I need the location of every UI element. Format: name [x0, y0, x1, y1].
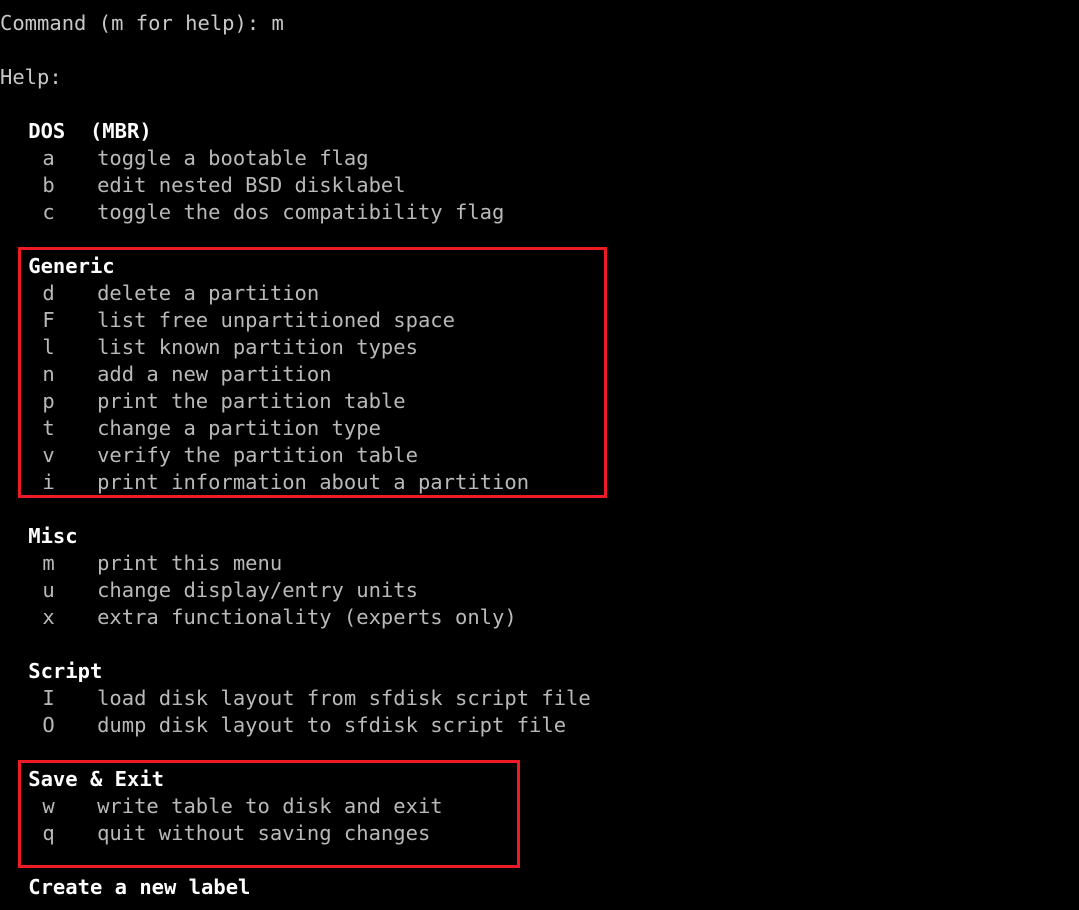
menu-item-b[interactable]: b edit nested BSD disklabel [0, 172, 406, 199]
menu-item-description: toggle the dos compatibility flag [97, 200, 505, 224]
menu-item-description: extra functionality (experts only) [97, 605, 517, 629]
menu-item-F[interactable]: Flist free unpartitioned space [0, 307, 455, 334]
menu-item-description: change display/entry units [97, 578, 418, 602]
menu-item-description: print this menu [97, 551, 283, 575]
section-header: Generic [28, 254, 115, 278]
menu-item-description: add a new partition [97, 362, 332, 386]
menu-item-key: q [42, 821, 55, 845]
menu-item-key: v [42, 443, 55, 467]
menu-item-description: quit without saving changes [97, 821, 431, 845]
menu-item-u[interactable]: u change display/entry units [0, 577, 418, 604]
section-header: Script [28, 659, 103, 683]
menu-item-key: w [42, 794, 55, 818]
menu-item-key: a [42, 146, 55, 170]
menu-item-key: n [42, 362, 55, 386]
menu-item-v[interactable]: v verify the partition table [0, 442, 418, 469]
menu-item-m[interactable]: m print this menu [0, 550, 282, 577]
menu-item-n[interactable]: n add a new partition [0, 361, 332, 388]
menu-item-key: x [42, 605, 55, 629]
menu-item-i[interactable]: i print information about a partition [0, 469, 529, 496]
menu-item-x[interactable]: x extra functionality (experts only) [0, 604, 517, 631]
menu-item-key: u [42, 578, 55, 602]
menu-item-description: list known partition types [97, 335, 418, 359]
menu-item-c[interactable]: c toggle the dos compatibility flag [0, 199, 504, 226]
menu-item-I[interactable]: Iload disk layout from sfdisk script fil… [0, 685, 591, 712]
menu-item-q[interactable]: q quit without saving changes [0, 820, 430, 847]
menu-item-key: b [42, 173, 55, 197]
menu-item-description: toggle a bootable flag [97, 146, 369, 170]
help-label: Help: [0, 65, 62, 89]
menu-item-key: c [42, 200, 55, 224]
menu-item-description: delete a partition [97, 281, 320, 305]
section-header: Create a new label [28, 875, 251, 899]
menu-item-description: change a partition type [97, 416, 381, 440]
menu-item-key: t [42, 416, 55, 440]
menu-item-description: list free unpartitioned space [97, 308, 455, 332]
menu-item-key: F [42, 308, 55, 332]
menu-item-description: edit nested BSD disklabel [97, 173, 406, 197]
menu-item-w[interactable]: w write table to disk and exit [0, 793, 443, 820]
menu-item-description: dump disk layout to sfdisk script file [97, 713, 567, 737]
menu-item-d[interactable]: d delete a partition [0, 280, 319, 307]
menu-item-key: I [42, 686, 55, 710]
menu-item-description: load disk layout from sfdisk script file [97, 686, 591, 710]
section-header: Save & Exit [28, 767, 164, 791]
section-header: Misc [28, 524, 78, 548]
menu-item-p[interactable]: p print the partition table [0, 388, 406, 415]
menu-item-l[interactable]: l list known partition types [0, 334, 418, 361]
command-prompt-line: Command (m for help): m [0, 11, 284, 35]
menu-item-t[interactable]: t change a partition type [0, 415, 381, 442]
menu-item-description: print the partition table [97, 389, 406, 413]
menu-item-key: l [42, 335, 55, 359]
menu-item-a[interactable]: a toggle a bootable flag [0, 145, 369, 172]
menu-item-key: O [42, 713, 55, 737]
menu-item-description: print information about a partition [97, 470, 530, 494]
menu-item-description: write table to disk and exit [97, 794, 443, 818]
menu-item-key: p [42, 389, 55, 413]
terminal-screen: Command (m for help): m Help: DOS (MBR) a to… [0, 0, 1079, 910]
menu-item-O[interactable]: Odump disk layout to sfdisk script file [0, 712, 566, 739]
menu-item-key: d [42, 281, 55, 305]
menu-item-description: verify the partition table [97, 443, 418, 467]
section-header: DOS (MBR) [28, 119, 152, 143]
menu-item-key: m [42, 551, 55, 575]
menu-item-key: i [42, 470, 55, 494]
